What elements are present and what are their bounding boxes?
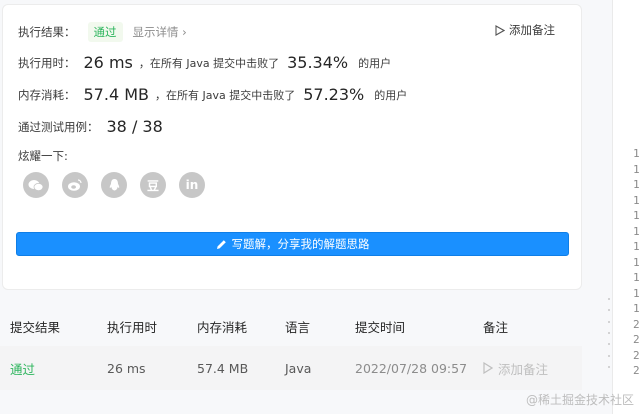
tests-value: 38 / 38 [106,117,163,136]
share-icons: 豆 in [23,172,205,198]
submission-table: 提交结果 执行用时 内存消耗 语言 提交时间 备注 通过 26 ms 57.4 … [0,306,582,390]
share-row: 炫耀一下: [18,148,68,164]
line-number: 1 [633,302,640,315]
header-note: 备注 [483,319,509,335]
tests-row: 通过测试用例： 38 / 38 [18,117,163,136]
flag-icon [495,24,505,36]
memory-label: 内存消耗： [18,87,76,102]
result-label: 执行结果： [18,25,76,39]
douban-glyph: 豆 [146,178,159,193]
row-result-link[interactable]: 通过 [10,362,35,377]
runtime-row: 执行用时： 26 ms ，在所有 Java 提交中击败了 35.34% 的用户 [18,53,391,72]
linkedin-icon[interactable]: in [179,172,205,198]
line-number: 1 [633,224,640,238]
runtime-suffix: 的用户 [358,56,392,70]
table-row: 通过 26 ms 57.4 MB Java 2022/07/28 09:57 添… [0,346,582,390]
line-number: 1 [633,147,640,160]
line-number: 1 [633,240,640,253]
line-number: 1 [633,286,640,300]
qq-icon[interactable] [101,172,127,198]
watermark: @稀土掘金技术社区 [525,393,634,407]
wechat-icon[interactable] [23,172,49,198]
header-result: 提交结果 [10,319,61,335]
row-memory: 57.4 MB [197,360,249,376]
line-numbers: 1 1 1 1 1 1 1 1 1 1 1 2 2 2 2 [633,146,640,379]
row-time: 2022/07/28 09:57 [355,360,468,376]
runtime-label: 执行用时： [18,55,76,70]
line-number: 2 [633,364,640,377]
write-solution-label: 写题解，分享我的解题思路 [231,237,370,251]
header-memory: 内存消耗 [197,319,248,335]
header-time: 提交时间 [355,319,406,335]
linkedin-glyph: in [185,178,199,192]
header-language: 语言 [285,319,311,335]
table-header: 提交结果 执行用时 内存消耗 语言 提交时间 备注 [0,306,582,346]
pencil-icon [216,239,226,249]
line-number: 2 [633,317,640,331]
runtime-value: 26 ms [83,53,133,72]
add-note-label: 添加备注 [509,23,555,37]
line-number: 1 [633,162,640,176]
memory-suffix: 的用户 [374,88,408,102]
weibo-icon[interactable] [62,172,88,198]
douban-icon[interactable]: 豆 [140,172,166,198]
status-badge: 通过 [87,22,123,42]
memory-row: 内存消耗： 57.4 MB ，在所有 Java 提交中击败了 57.23% 的用… [18,85,407,104]
panel-resize-handle[interactable] [608,298,611,368]
show-detail-link[interactable]: 显示详情 › [133,24,187,40]
write-solution-button[interactable]: 写题解，分享我的解题思路 [16,232,569,256]
flag-icon [483,362,493,374]
line-number: 1 [633,209,640,222]
header-runtime: 执行用时 [107,319,158,335]
runtime-prefix: ，在所有 Java 提交中击败了 [138,56,280,70]
runtime-percent: 35.34% [287,53,349,72]
row-add-note-label: 添加备注 [498,361,549,377]
memory-prefix: ，在所有 Java 提交中击败了 [155,88,296,102]
result-row: 执行结果： 通过 显示详情 › [18,22,187,42]
tests-label: 通过测试用例： [18,119,99,134]
line-number: 1 [633,178,640,191]
row-add-note-button[interactable]: 添加备注 [483,359,548,378]
row-language: Java [285,360,312,376]
result-card: 执行结果： 通过 显示详情 › 添加备注 执行用时： 26 ms ，在所有 Ja… [2,4,582,290]
share-label: 炫耀一下: [18,149,68,163]
line-number: 1 [633,271,640,284]
add-note-button[interactable]: 添加备注 [495,22,555,38]
memory-percent: 57.23% [303,85,365,104]
line-number: 2 [633,348,640,362]
memory-value: 57.4 MB [83,85,150,104]
line-number: 2 [633,333,640,346]
line-number: 1 [633,255,640,269]
line-number: 1 [633,193,640,207]
row-runtime: 26 ms [107,360,146,376]
